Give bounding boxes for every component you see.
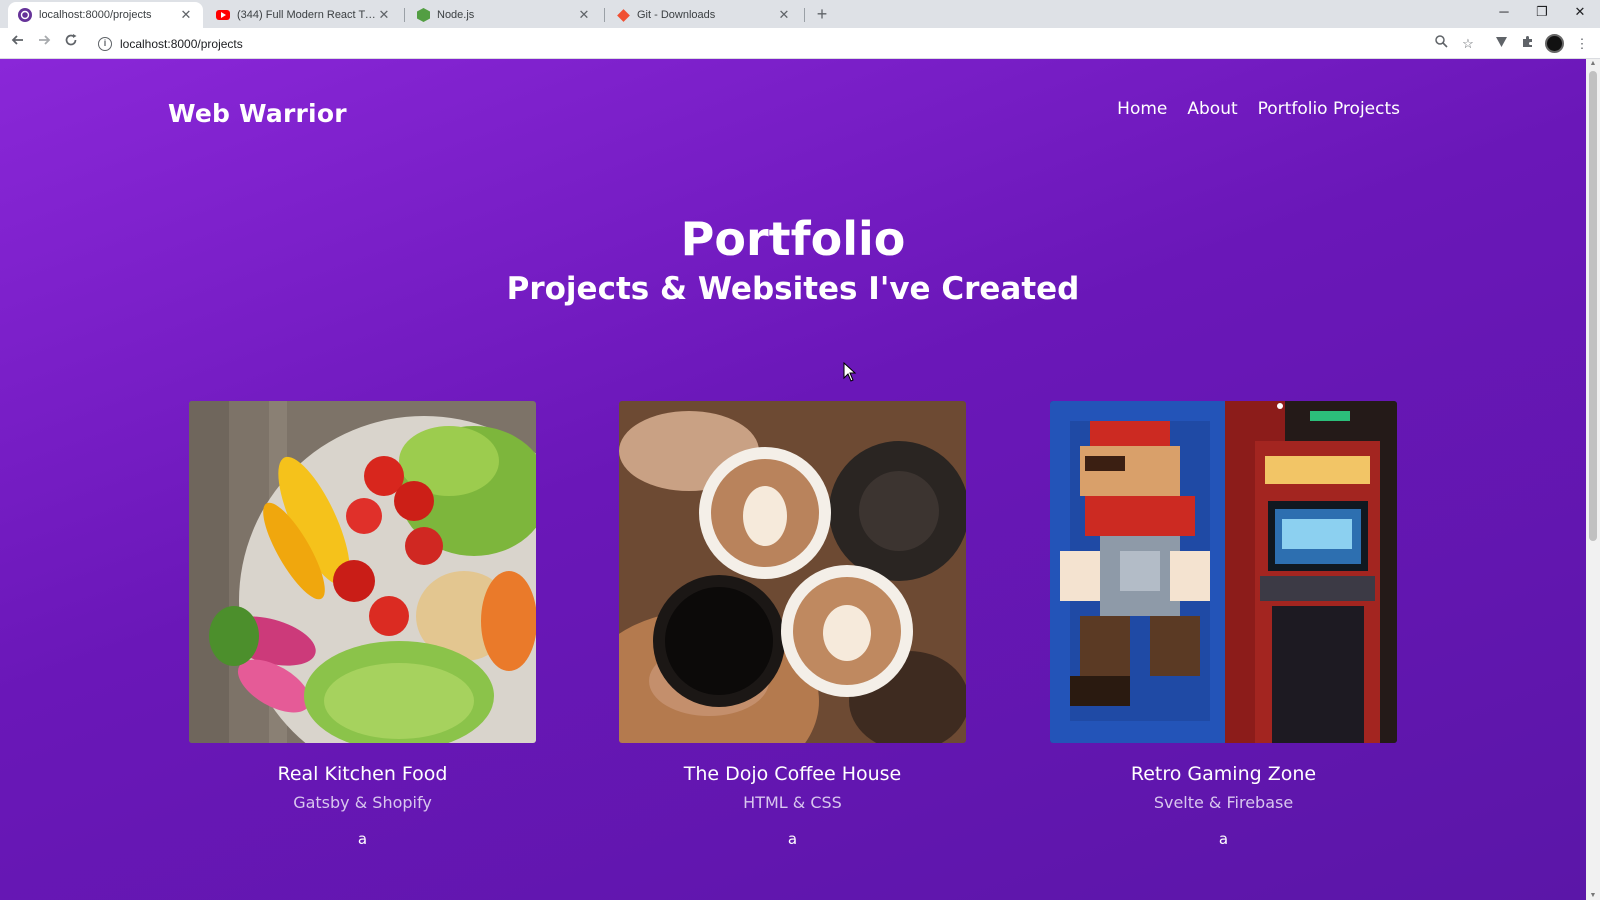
more-menu-icon[interactable]: ⋮ (1572, 34, 1592, 54)
project-stack: Gatsby & Shopify (293, 793, 432, 812)
scroll-down-icon[interactable]: ▼ (1589, 892, 1597, 899)
scrollbar-thumb[interactable] (1589, 71, 1597, 541)
info-icon[interactable]: i (98, 36, 112, 51)
gatsby-icon (18, 8, 32, 22)
site-nav: Home About Portfolio Projects (1117, 99, 1400, 119)
project-stack: Svelte & Firebase (1153, 793, 1294, 812)
project-name: The Dojo Coffee House (683, 763, 902, 785)
project-stack: HTML & CSS (743, 793, 842, 812)
project-card[interactable]: The Dojo Coffee House HTML & CSS a (619, 401, 966, 848)
reload-button[interactable] (60, 32, 82, 54)
close-tab-icon[interactable]: ✕ (179, 7, 193, 23)
browser-toolbar: i localhost:8000/projects ☆ ⋮ (0, 28, 1600, 59)
page-subtitle: Projects & Websites I've Created (506, 271, 1080, 307)
tab-nodejs[interactable]: Node.js ✕ (406, 2, 601, 28)
close-tab-icon[interactable]: ✕ (577, 7, 591, 23)
page-title: Portfolio (680, 212, 906, 266)
tab-git[interactable]: Git - Downloads ✕ (606, 2, 801, 28)
back-arrow-icon (11, 35, 23, 45)
mouse-cursor-icon (843, 362, 857, 382)
address-url: localhost:8000/projects (120, 36, 243, 51)
nodejs-icon (416, 8, 430, 22)
extensions-puzzle-icon[interactable] (1517, 34, 1537, 54)
extension-v-icon[interactable] (1491, 34, 1511, 54)
tab-title: (344) Full Modern React Tutorial (237, 9, 377, 21)
forward-button[interactable] (33, 32, 55, 54)
close-window-button[interactable]: ✕ (1565, 4, 1595, 20)
bookmark-star-icon[interactable]: ☆ (1458, 34, 1478, 54)
tab-separator (604, 8, 605, 22)
coffee-cups-photo[interactable] (619, 401, 966, 743)
zoom-icon[interactable] (1431, 34, 1451, 54)
tab-title: Git - Downloads (637, 9, 716, 21)
close-tab-icon[interactable]: ✕ (777, 7, 791, 23)
page-scrollbar[interactable]: ▲ ▼ (1586, 59, 1600, 900)
nav-home-link[interactable]: Home (1117, 99, 1167, 119)
project-name: Retro Gaming Zone (1130, 763, 1317, 785)
nav-portfolio-link[interactable]: Portfolio Projects (1258, 99, 1400, 119)
minimize-button[interactable]: ─ (1489, 4, 1519, 19)
back-button[interactable] (7, 32, 29, 54)
youtube-icon (216, 10, 230, 20)
reload-icon (65, 34, 77, 46)
tab-separator (404, 8, 405, 22)
tab-title: localhost:8000/projects (39, 9, 152, 21)
tab-title: Node.js (437, 9, 475, 21)
tab-separator (804, 8, 805, 22)
git-icon (616, 8, 630, 22)
new-tab-button[interactable]: + (812, 4, 832, 25)
page-viewport: Web Warrior Home About Portfolio Project… (0, 59, 1586, 900)
address-bar[interactable]: i localhost:8000/projects (92, 31, 1436, 56)
close-tab-icon[interactable]: ✕ (377, 7, 391, 23)
project-link[interactable]: a (1050, 830, 1397, 848)
profile-avatar[interactable] (1545, 34, 1564, 53)
forward-arrow-icon (39, 35, 51, 45)
tab-localhost[interactable]: localhost:8000/projects ✕ (8, 2, 203, 28)
project-card[interactable]: Retro Gaming Zone Svelte & Firebase a (1050, 401, 1397, 848)
project-link[interactable]: a (189, 830, 536, 848)
scroll-up-icon[interactable]: ▲ (1589, 60, 1597, 67)
tab-youtube[interactable]: (344) Full Modern React Tutorial ✕ (206, 2, 401, 28)
arcade-mario-photo[interactable] (1050, 401, 1397, 743)
project-card[interactable]: Real Kitchen Food Gatsby & Shopify a (189, 401, 536, 848)
project-link[interactable]: a (619, 830, 966, 848)
browser-tab-bar: localhost:8000/projects ✕ (344) Full Mod… (0, 0, 1600, 28)
project-name: Real Kitchen Food (277, 763, 448, 785)
restore-button[interactable]: ❐ (1527, 4, 1557, 20)
nav-about-link[interactable]: About (1187, 99, 1237, 119)
salad-bowl-photo[interactable] (189, 401, 536, 743)
site-brand[interactable]: Web Warrior (168, 99, 347, 128)
